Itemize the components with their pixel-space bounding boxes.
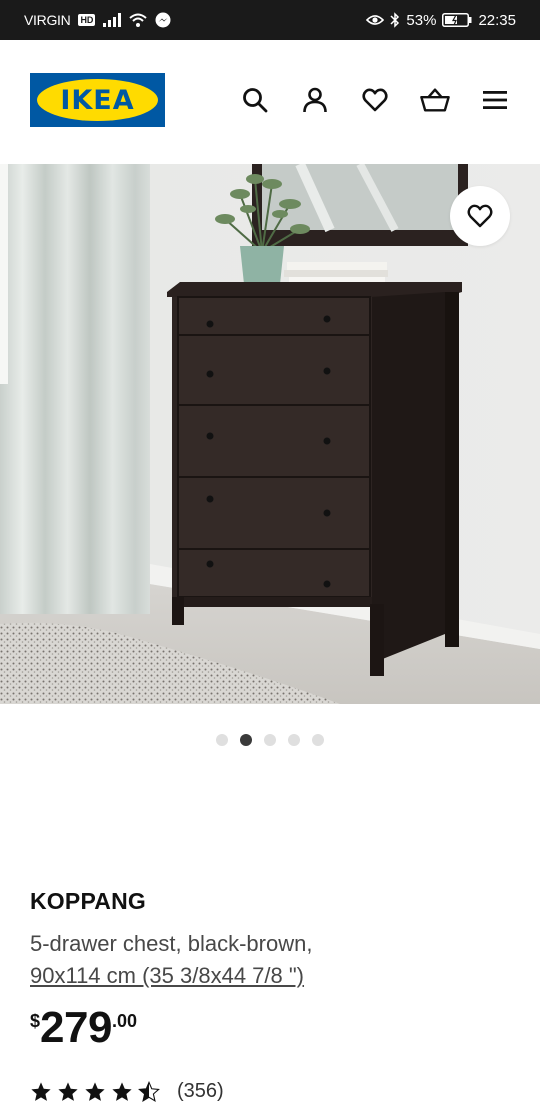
carousel-dots xyxy=(0,734,540,746)
logo-text: IKEA xyxy=(60,84,135,116)
signal-icon xyxy=(103,13,122,27)
carousel-dot[interactable] xyxy=(264,734,276,746)
logo-oval: IKEA xyxy=(37,79,158,121)
product-size-link[interactable]: 90x114 cm (35 3/8x44 7/8 ") xyxy=(30,962,304,990)
half-star-icon xyxy=(138,1080,160,1102)
header-nav xyxy=(240,85,510,115)
account-icon[interactable] xyxy=(300,85,330,115)
carousel-dot[interactable] xyxy=(288,734,300,746)
add-to-wishlist-button[interactable] xyxy=(450,186,510,246)
cart-icon[interactable] xyxy=(420,85,450,115)
battery-icon xyxy=(442,13,472,27)
product-photo xyxy=(0,164,540,704)
heart-icon xyxy=(467,204,493,228)
carousel-dot[interactable] xyxy=(216,734,228,746)
product-rating[interactable]: (356) xyxy=(30,1080,224,1103)
star-icon xyxy=(112,1081,132,1101)
star-icon xyxy=(85,1081,105,1101)
product-description: 5-drawer chest, black-brown, xyxy=(30,931,313,956)
site-header: IKEA xyxy=(0,40,540,164)
menu-icon[interactable] xyxy=(480,85,510,115)
status-bar: VIRGIN HD 53% 22:35 xyxy=(0,0,540,40)
wifi-icon xyxy=(129,13,148,27)
carousel-dot[interactable] xyxy=(312,734,324,746)
bluetooth-icon xyxy=(390,12,400,28)
price-decimal: .00 xyxy=(111,1011,137,1031)
ikea-logo[interactable]: IKEA xyxy=(30,73,165,127)
battery-percent: 53% xyxy=(406,11,437,29)
clock: 22:35 xyxy=(478,11,516,29)
hd-badge: HD xyxy=(78,14,96,26)
price-currency: $ xyxy=(30,1011,41,1031)
price-integer: 279 xyxy=(40,1003,112,1052)
star-icon xyxy=(58,1081,78,1101)
star-icon xyxy=(31,1081,51,1101)
eye-icon xyxy=(366,13,385,27)
messenger-icon xyxy=(155,12,171,28)
product-price: $ 279 .00 xyxy=(30,1005,137,1051)
rating-count: (356) xyxy=(177,1080,224,1102)
search-icon[interactable] xyxy=(240,85,270,115)
wishlist-icon[interactable] xyxy=(360,85,390,115)
carrier-name: VIRGIN xyxy=(24,12,71,28)
product-image[interactable] xyxy=(0,164,540,704)
product-name: KOPPANG xyxy=(30,888,146,914)
carousel-dot-active[interactable] xyxy=(240,734,252,746)
